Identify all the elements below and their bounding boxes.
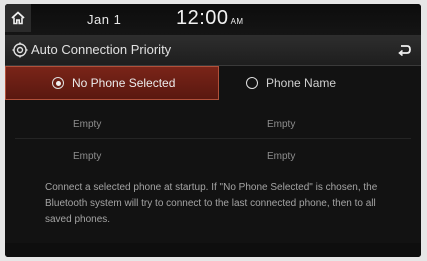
help-text: Connect a selected phone at startup. If …: [45, 182, 378, 225]
home-button[interactable]: [5, 4, 31, 32]
time-label: 12:00: [176, 7, 229, 29]
ampm-label: AM: [230, 17, 244, 26]
list-item: Empty Empty: [5, 144, 421, 172]
priority-slot[interactable]: Empty: [73, 119, 101, 130]
priority-slot[interactable]: Empty: [267, 119, 295, 130]
home-icon: [11, 11, 25, 25]
back-button[interactable]: [393, 39, 415, 61]
priority-tabs: No Phone Selected Phone Name: [5, 66, 421, 100]
divider: [15, 138, 411, 139]
list-item: Empty Empty: [5, 112, 421, 140]
radio-unselected-icon: [246, 77, 258, 89]
gear-icon: [12, 42, 28, 58]
tab-label: No Phone Selected: [72, 76, 176, 90]
page-title: Auto Connection Priority: [31, 42, 172, 57]
tab-phone-name[interactable]: Phone Name: [219, 66, 421, 100]
tab-no-phone-selected[interactable]: No Phone Selected: [5, 66, 219, 100]
back-arrow-icon: [398, 45, 411, 56]
display-bezel: Jan 1 12:00AM Auto Connection Priority: [0, 0, 427, 261]
screen: Jan 1 12:00AM Auto Connection Priority: [5, 4, 421, 257]
status-bar: Jan 1 12:00 AM: [5, 4, 421, 35]
bottom-strip: [5, 243, 421, 257]
tab-label: Phone Name: [266, 76, 337, 90]
radio-selected-icon: [52, 77, 64, 89]
priority-slot[interactable]: Empty: [73, 151, 101, 162]
clock: 12:00 AM: [176, 7, 244, 30]
date-label: Jan 1: [87, 12, 122, 27]
title-bar: Auto Connection Priority: [5, 35, 421, 66]
priority-slot[interactable]: Empty: [267, 151, 295, 162]
